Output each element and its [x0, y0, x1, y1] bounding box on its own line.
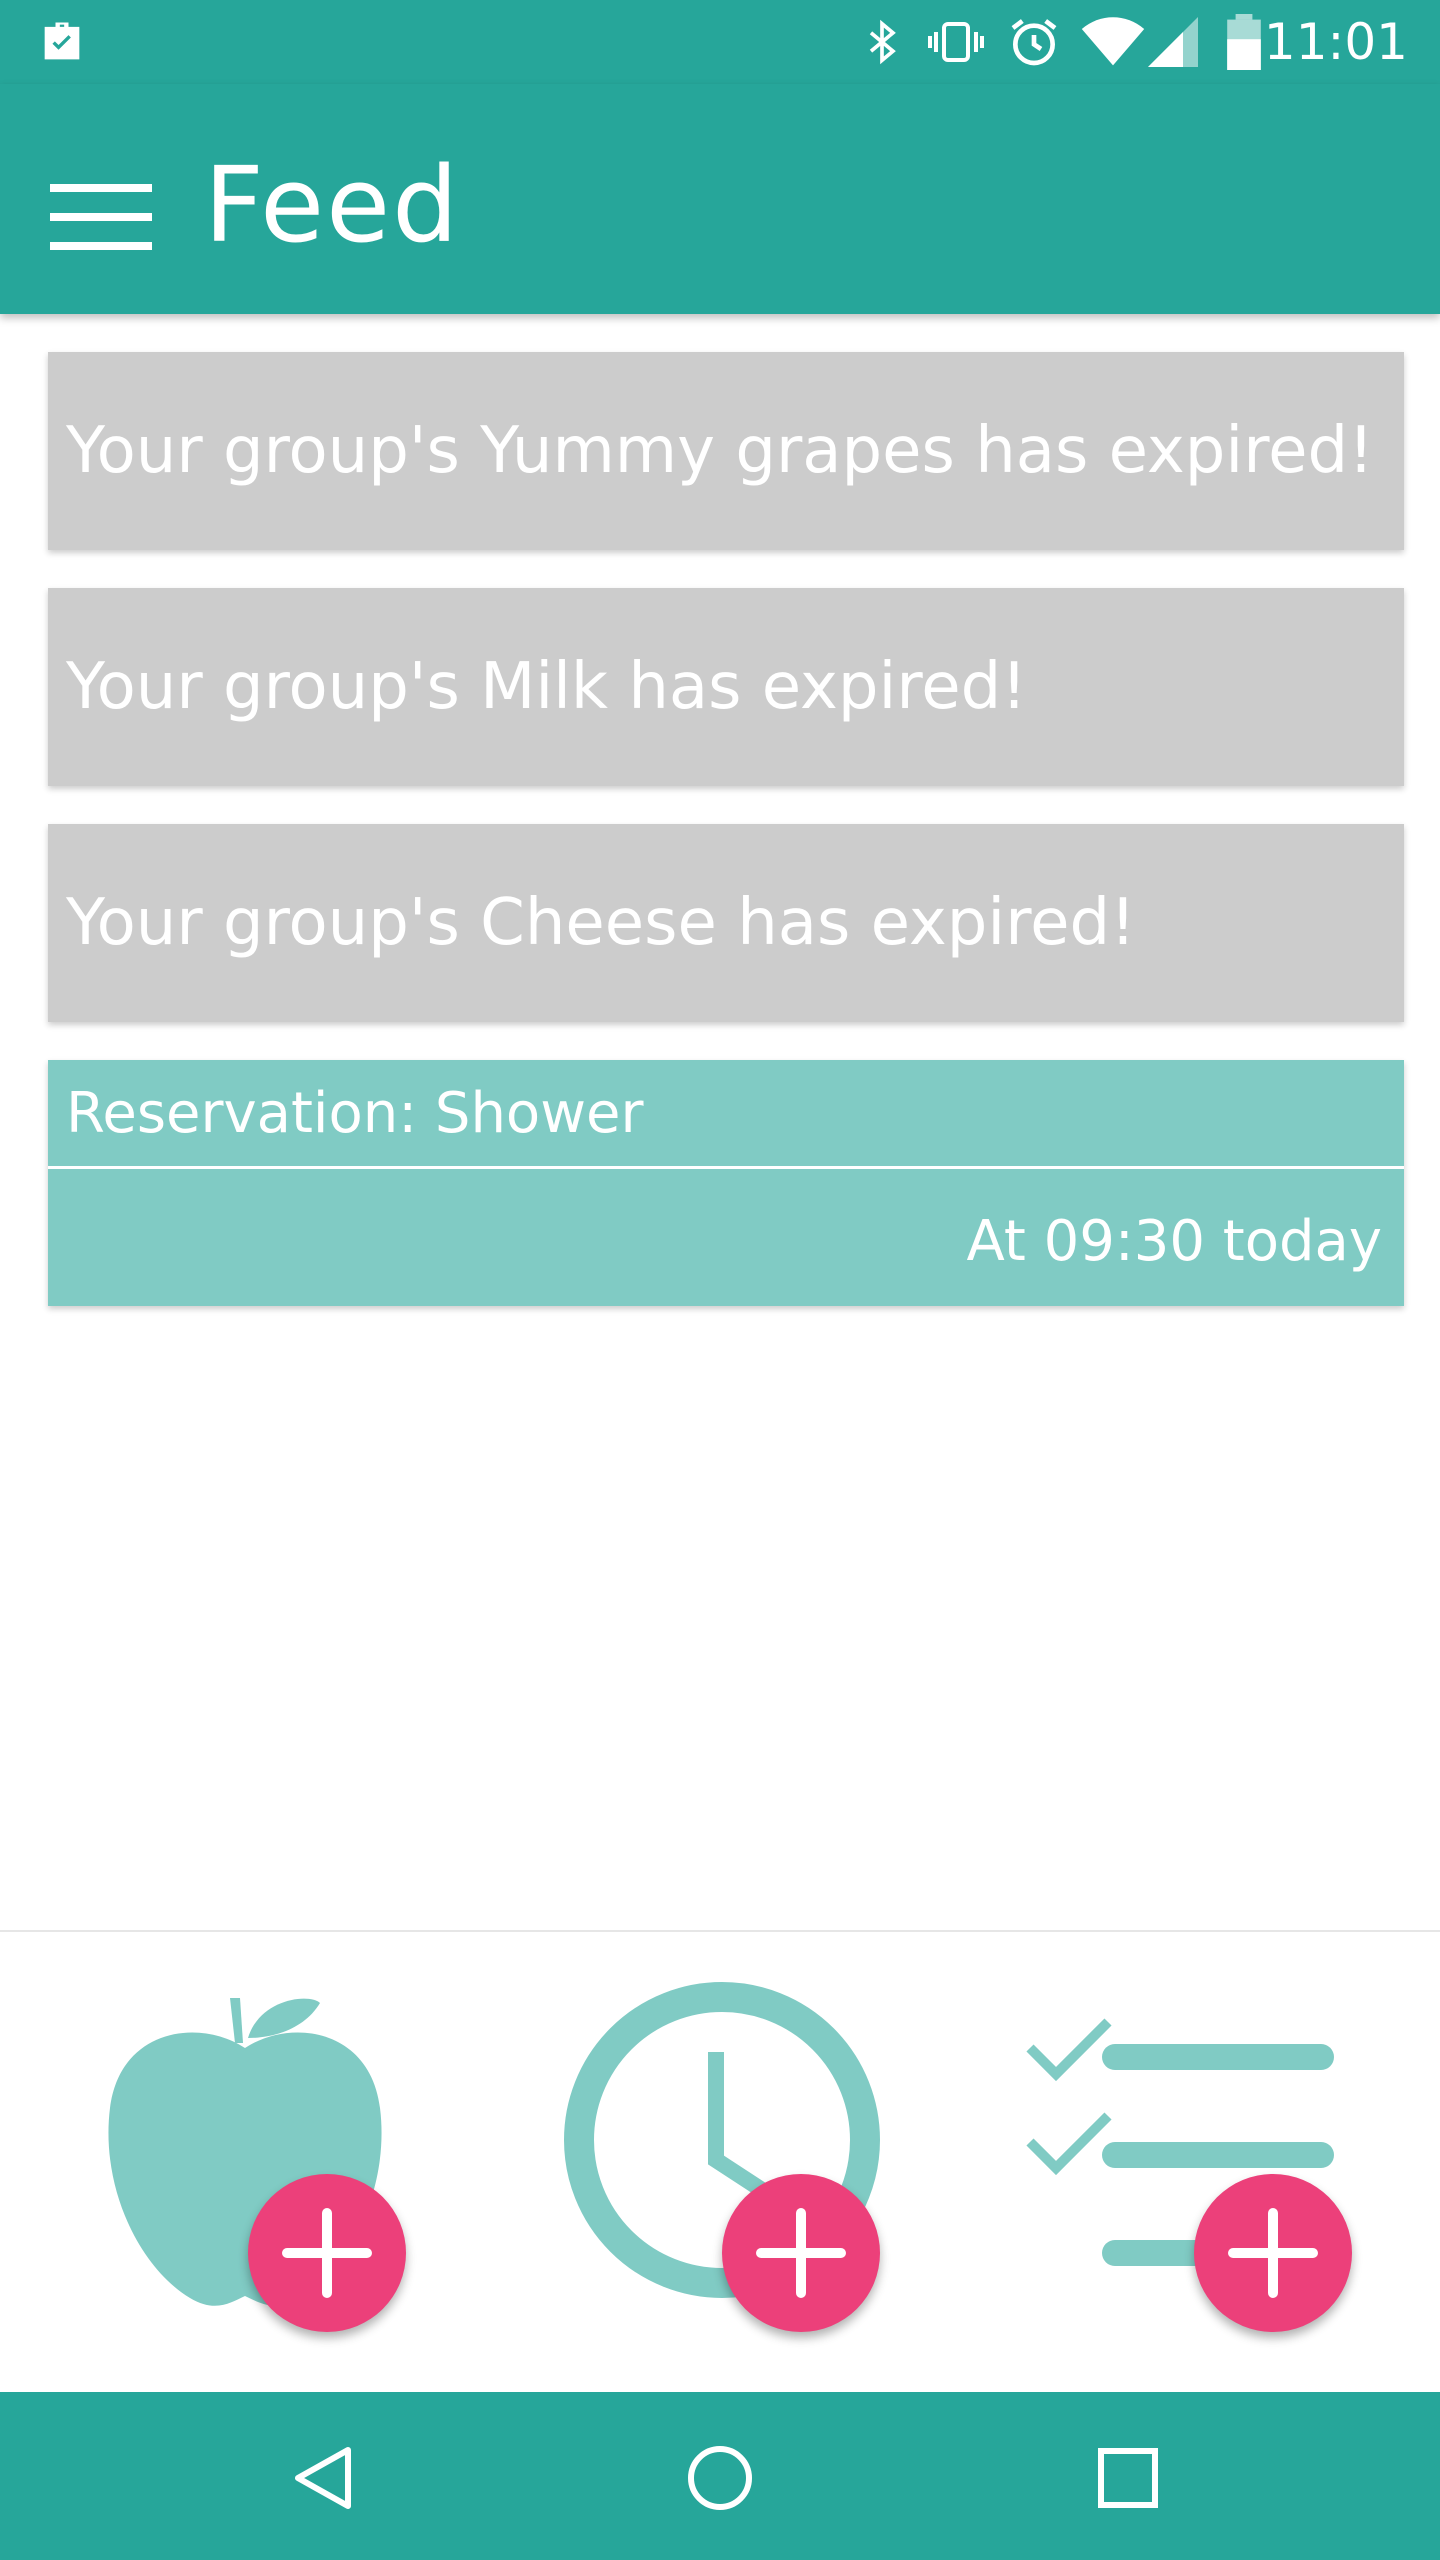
reservation-divider [48, 1166, 1404, 1169]
bluetooth-icon [869, 19, 896, 65]
vibrate-icon [928, 22, 984, 62]
add-reservation-fab[interactable] [722, 2174, 880, 2332]
add-food-fab[interactable] [248, 2174, 406, 2332]
expired-card[interactable]: Your group's Yummy grapes has expired! [48, 352, 1404, 550]
expired-card-text: Your group's Milk has expired! [66, 650, 1027, 724]
recents-icon [1098, 2448, 1158, 2508]
battery-icon [1227, 14, 1261, 70]
signal-icon [1148, 17, 1198, 67]
home-button[interactable] [620, 2392, 820, 2560]
wifi-icon [1081, 17, 1145, 66]
recents-button[interactable] [1026, 2392, 1226, 2560]
nav-bar [0, 2392, 1440, 2560]
bottom-actions [0, 1930, 1440, 2394]
page-title: Feed [204, 144, 461, 266]
back-icon [295, 2447, 351, 2509]
back-button[interactable] [218, 2392, 418, 2560]
expired-card-text: Your group's Yummy grapes has expired! [66, 414, 1374, 488]
expired-card[interactable]: Your group's Cheese has expired! [48, 824, 1404, 1022]
reservation-title: Reservation: Shower [66, 1081, 644, 1146]
reservation-card[interactable]: Reservation: Shower At 09:30 today [48, 1060, 1404, 1306]
add-task-button[interactable] [990, 1932, 1410, 2372]
add-task-fab[interactable] [1194, 2174, 1352, 2332]
reservation-time: At 09:30 today [966, 1209, 1383, 1274]
briefcase-check-icon [44, 22, 80, 60]
add-reservation-button[interactable] [510, 1932, 930, 2372]
app-bar: Feed [0, 84, 1440, 314]
add-food-button[interactable] [30, 1932, 450, 2372]
alarm-icon [1011, 19, 1057, 66]
feed-list: Your group's Yummy grapes has expired! Y… [48, 352, 1404, 1306]
expired-card[interactable]: Your group's Milk has expired! [48, 588, 1404, 786]
plus-icon [1228, 2208, 1318, 2298]
hamburger-menu-icon[interactable] [50, 184, 152, 250]
plus-icon [756, 2208, 846, 2298]
plus-icon [282, 2208, 372, 2298]
status-bar: 11:01 [0, 0, 1440, 84]
expired-card-text: Your group's Cheese has expired! [66, 886, 1136, 960]
home-icon [688, 2446, 752, 2510]
status-time: 11:01 [1263, 13, 1408, 71]
